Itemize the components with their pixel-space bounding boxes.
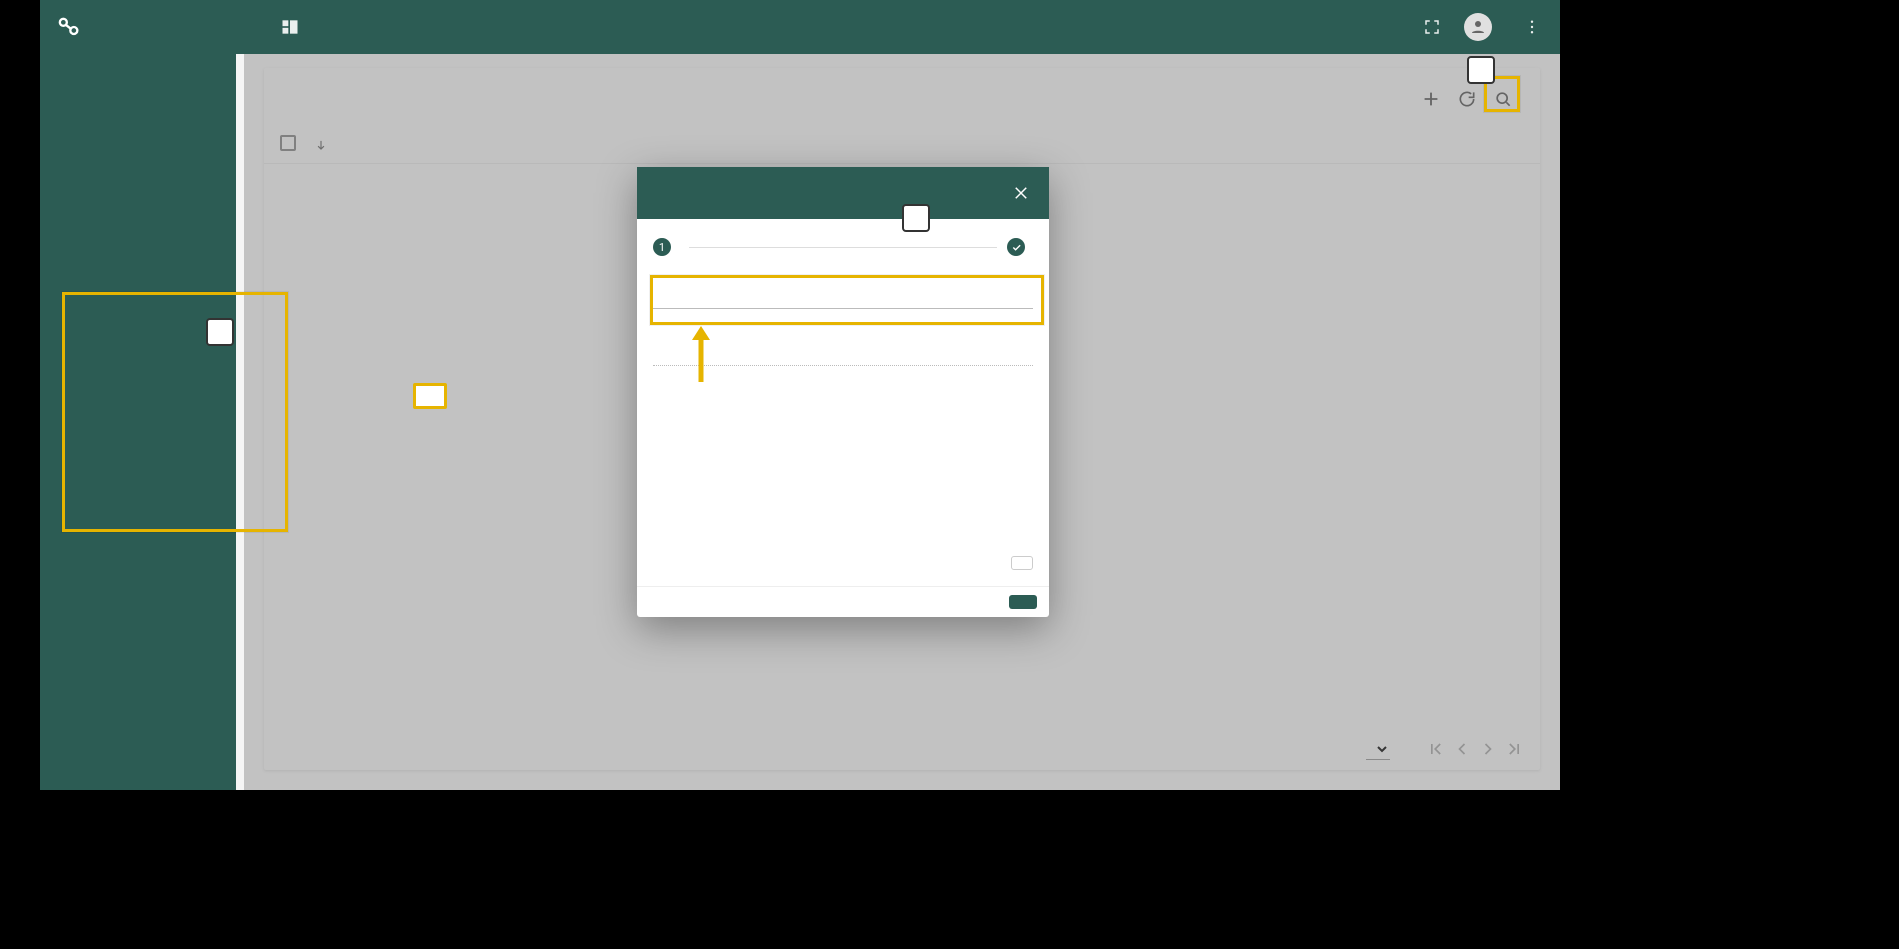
app-root: 1	[40, 0, 1560, 790]
more-button[interactable]	[1512, 7, 1552, 47]
thingsboard-logo-icon	[54, 13, 82, 41]
sidebar	[40, 54, 236, 790]
callout-3-badge	[902, 204, 930, 232]
dialog-close-button[interactable]	[1009, 181, 1033, 205]
fullscreen-button[interactable]	[1412, 7, 1452, 47]
step-2-badge	[1007, 238, 1025, 256]
add-entity-group-dialog: 1	[637, 167, 1049, 617]
dialog-titlebar	[637, 167, 1049, 219]
next-share-button[interactable]	[1011, 556, 1033, 570]
brand-logo[interactable]	[40, 13, 236, 41]
step-1-badge: 1	[653, 238, 671, 256]
asset-groups-icon	[280, 17, 300, 37]
user-menu[interactable]	[1460, 13, 1504, 41]
add-button-confirm[interactable]	[1009, 595, 1037, 609]
fullscreen-icon	[1423, 18, 1441, 36]
person-icon	[1469, 18, 1487, 36]
callout-hint	[413, 383, 447, 409]
more-vert-icon	[1523, 18, 1541, 36]
breadcrumb	[236, 17, 308, 37]
description-field[interactable]	[653, 333, 1033, 366]
close-icon	[1012, 184, 1030, 202]
check-icon	[1011, 242, 1022, 253]
dialog-stepper: 1	[637, 219, 1049, 275]
top-bar	[40, 0, 1560, 54]
cancel-button[interactable]	[979, 595, 999, 609]
name-field[interactable]	[653, 285, 1033, 309]
callout-2-badge	[1467, 56, 1495, 84]
callout-1-badge	[206, 318, 234, 346]
avatar	[1464, 13, 1492, 41]
